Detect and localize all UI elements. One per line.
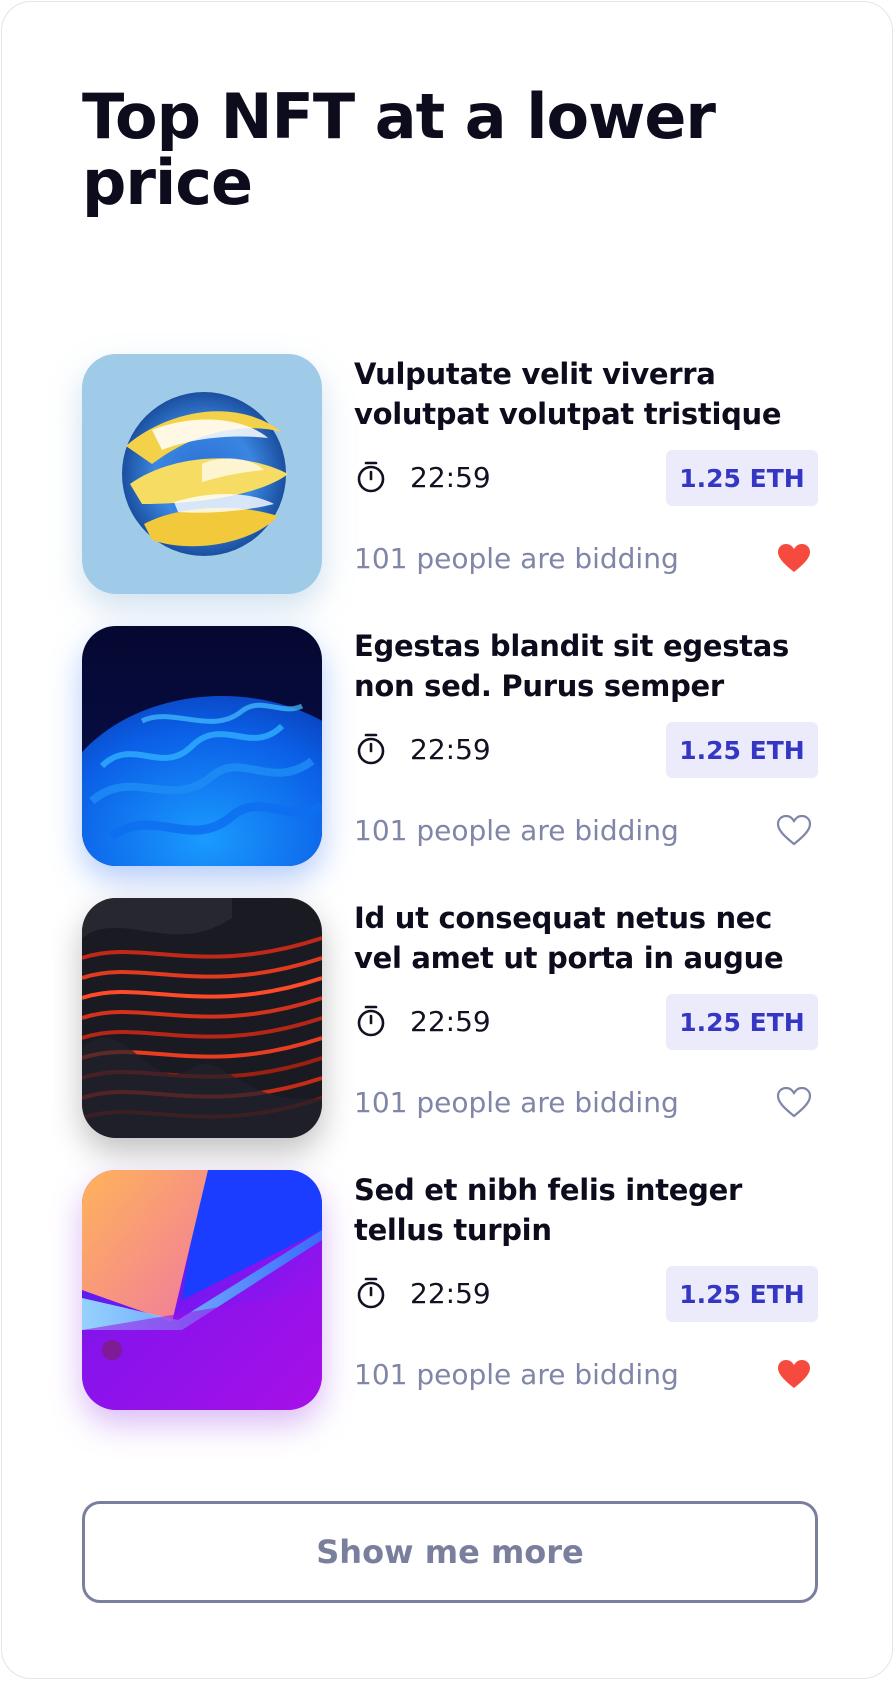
show-more-button[interactable]: Show me more xyxy=(82,1501,818,1603)
timer-value: 22:59 xyxy=(410,460,491,494)
timer-value: 22:59 xyxy=(410,1276,491,1310)
bidders-count: 101 people are bidding xyxy=(354,1086,679,1119)
heart-icon[interactable] xyxy=(776,542,812,574)
nft-list-item[interactable]: Sed et nibh felis integer tellus turpin … xyxy=(82,1170,818,1410)
bidders-count: 101 people are bidding xyxy=(354,814,679,847)
nft-title[interactable]: Egestas blandit sit egestas non sed. Pur… xyxy=(354,626,824,706)
stopwatch-icon xyxy=(357,1277,385,1309)
timer-value: 22:59 xyxy=(410,732,491,766)
heart-icon[interactable] xyxy=(776,1086,812,1118)
auction-timer: 22:59 xyxy=(354,460,491,494)
bidders-count: 101 people are bidding xyxy=(354,1358,679,1391)
heart-icon[interactable] xyxy=(776,1358,812,1390)
auction-timer: 22:59 xyxy=(354,1276,491,1310)
nft-thumbnail[interactable] xyxy=(82,354,322,594)
nft-title[interactable]: Sed et nibh felis integer tellus turpin xyxy=(354,1170,824,1250)
price-badge: 1.25 ETH xyxy=(666,1266,818,1322)
nft-list-item[interactable]: Id ut consequat netus nec vel amet ut po… xyxy=(82,898,818,1138)
nft-list-item[interactable]: Egestas blandit sit egestas non sed. Pur… xyxy=(82,626,818,866)
stopwatch-icon xyxy=(357,461,385,493)
auction-timer: 22:59 xyxy=(354,1004,491,1038)
nft-thumbnail[interactable] xyxy=(82,626,322,866)
nft-list-item[interactable]: Vulputate velit viverra volutpat volutpa… xyxy=(82,354,818,594)
nft-thumbnail[interactable] xyxy=(82,898,322,1138)
price-badge: 1.25 ETH xyxy=(666,994,818,1050)
price-badge: 1.25 ETH xyxy=(666,722,818,778)
stopwatch-icon xyxy=(357,733,385,765)
nft-title[interactable]: Vulputate velit viverra volutpat volutpa… xyxy=(354,354,824,434)
heart-icon[interactable] xyxy=(776,814,812,846)
nft-thumbnail[interactable] xyxy=(82,1170,322,1410)
nft-title[interactable]: Id ut consequat netus nec vel amet ut po… xyxy=(354,898,824,978)
auction-timer: 22:59 xyxy=(354,732,491,766)
stopwatch-icon xyxy=(357,1005,385,1037)
timer-value: 22:59 xyxy=(410,1004,491,1038)
bidders-count: 101 people are bidding xyxy=(354,542,679,575)
nft-card: Top NFT at a lower price Vulputate velit… xyxy=(1,1,893,1679)
price-badge: 1.25 ETH xyxy=(666,450,818,506)
page-title: Top NFT at a lower price xyxy=(82,80,716,219)
